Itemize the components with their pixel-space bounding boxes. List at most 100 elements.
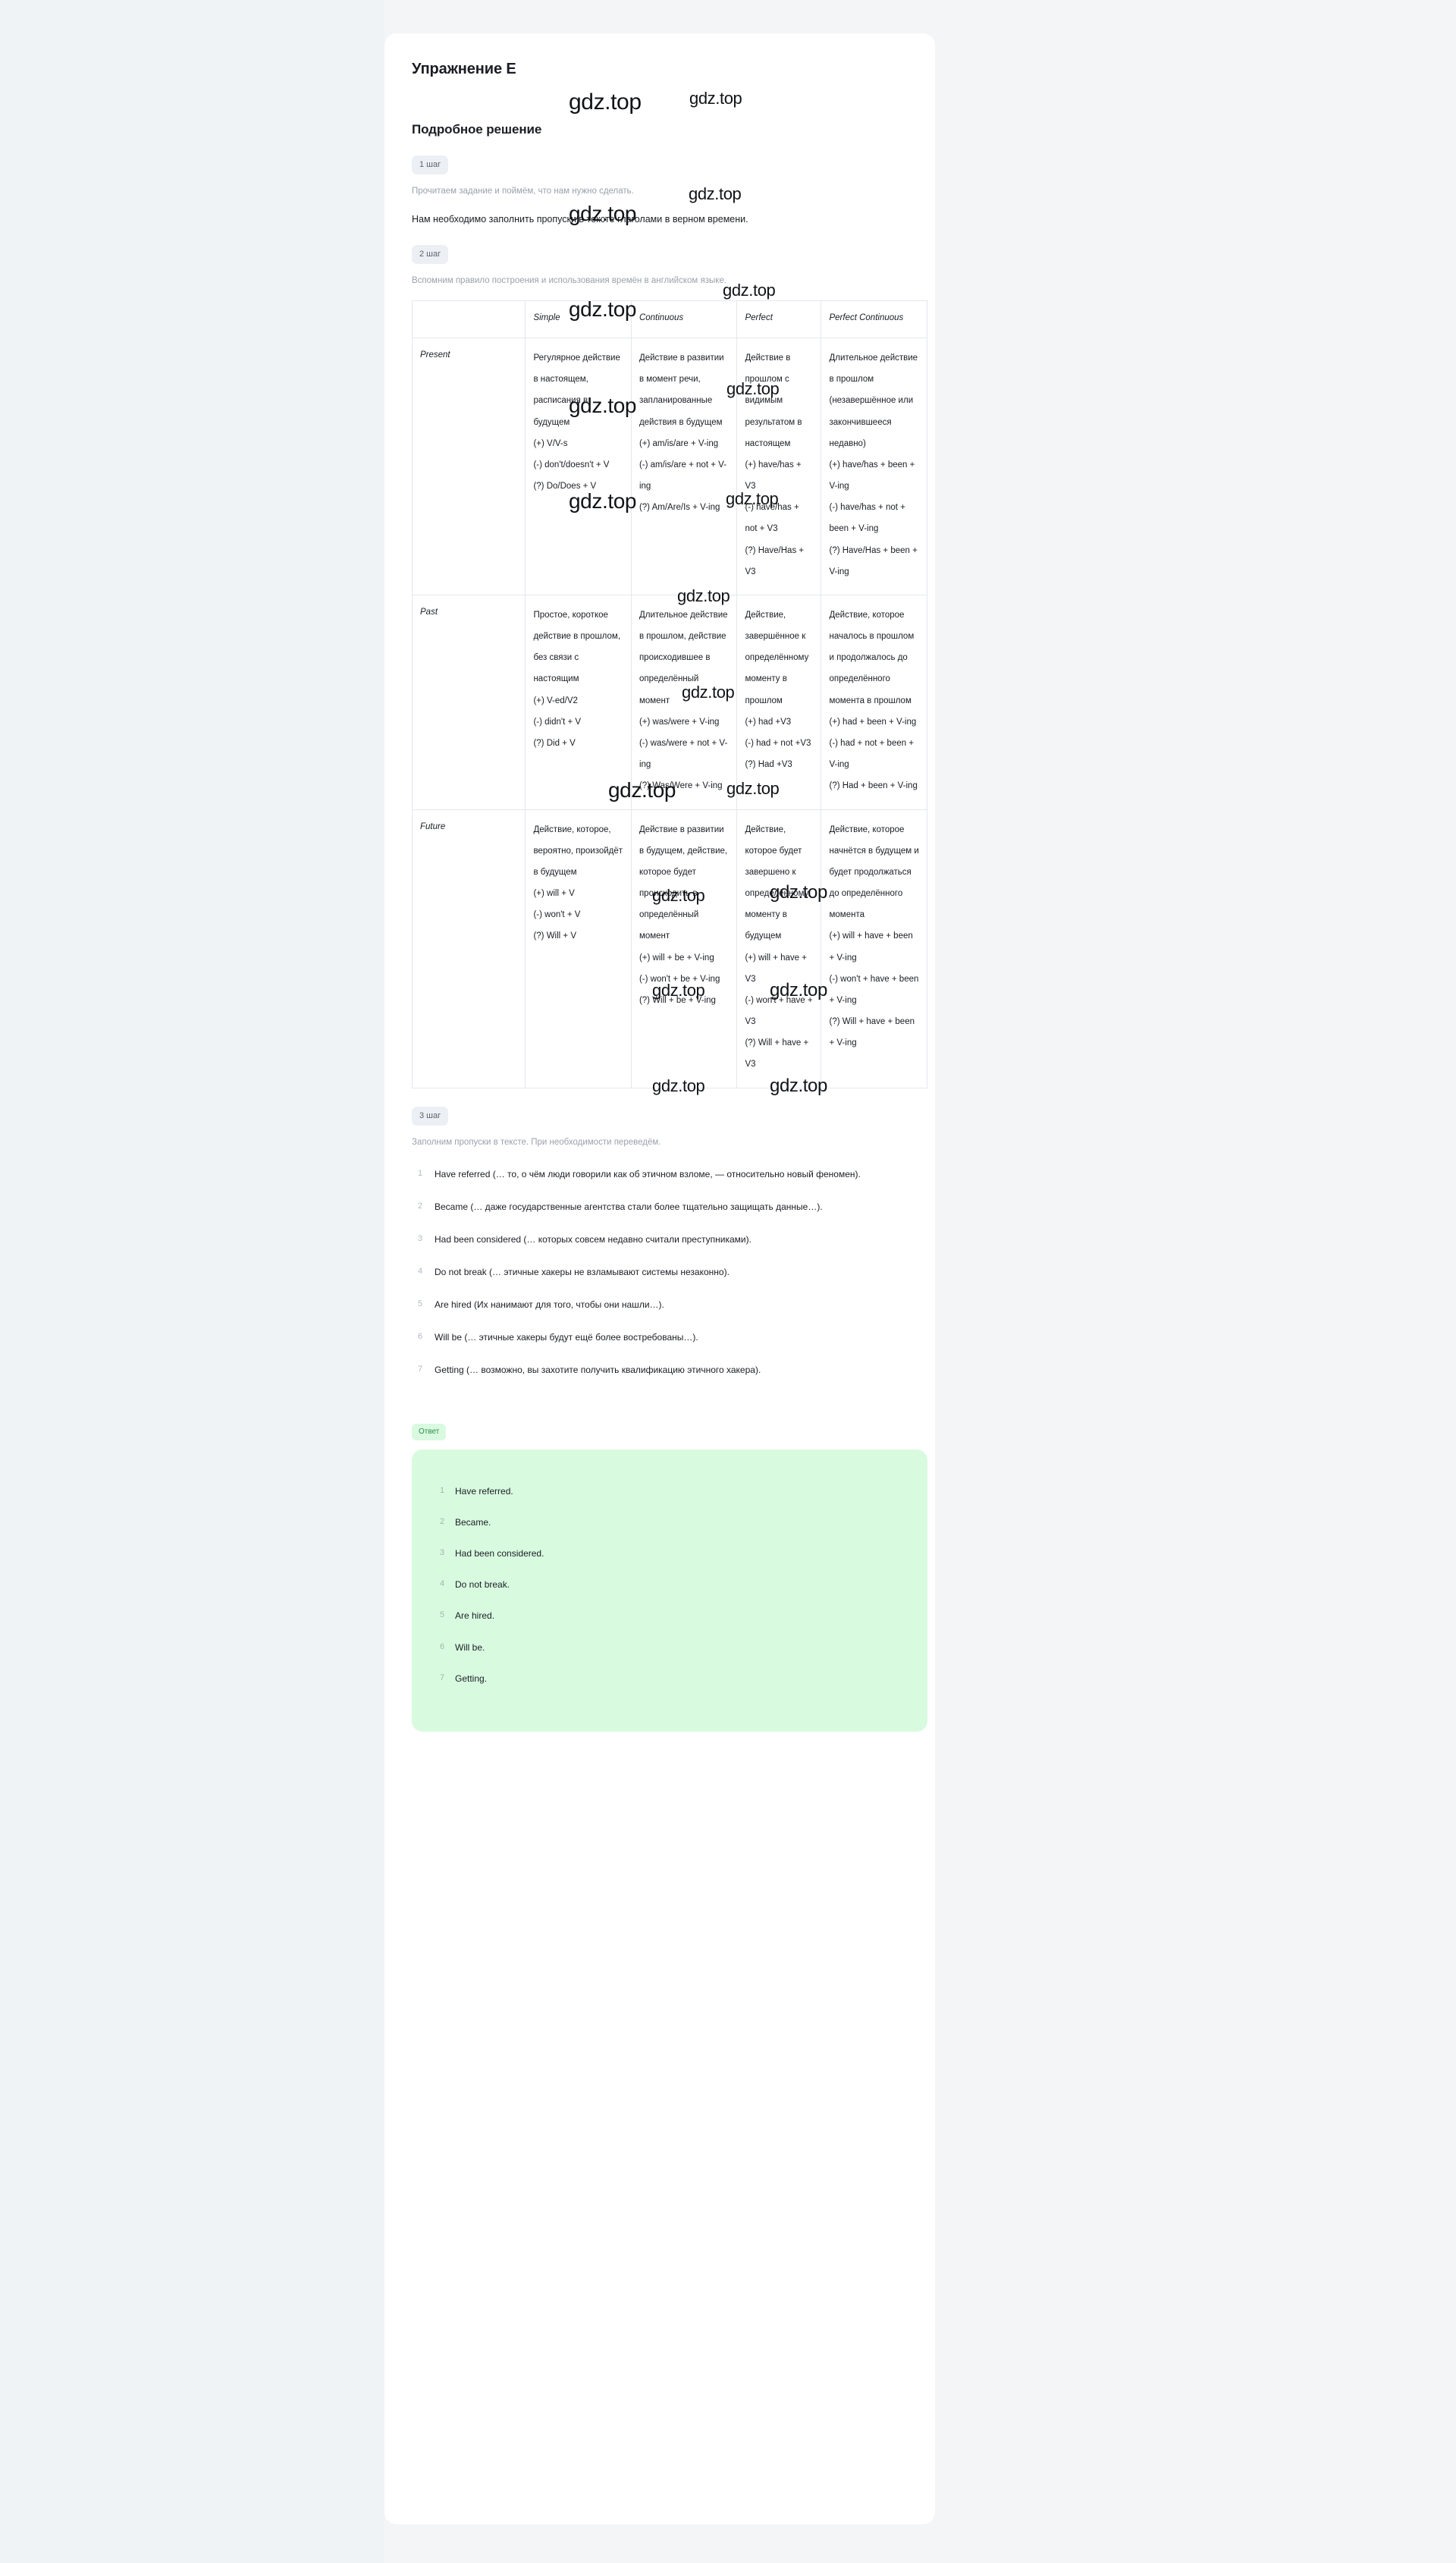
table-cell-line: (-) won't + have + been + V-ing: [829, 974, 919, 1005]
table-cell-line: (-) had + not + been + V-ing: [829, 738, 915, 770]
table-cell-line: (?) Will + V: [533, 931, 576, 941]
table-row-label: Future: [411, 809, 526, 1088]
step-body-1: Нам необходимо заполнить пропуски в текс…: [412, 214, 748, 225]
step-hint-3: Заполним пропуски в тексте. При необходи…: [412, 1137, 661, 1147]
answer-badge: Ответ: [412, 1423, 447, 1440]
table-cell-line: (?) Had +V3: [745, 760, 792, 770]
table-cell: Действие в развитии в будущем, действие,…: [630, 809, 738, 1088]
list-item: Getting (… возможно, вы захотите получит…: [418, 1362, 761, 1377]
table-cell: Длительное действие в прошлом, действие …: [630, 594, 738, 810]
table-cell-line: (?) Do/Does + V: [533, 482, 597, 492]
table-cell-line: Действие в прошлом с видимым результатом…: [745, 353, 802, 448]
list-item: Will be (… этичные хакеры будут ещё боле…: [418, 1330, 698, 1344]
table-cell-line: (?) Had + been + V-ing: [829, 781, 918, 791]
tense-table-body: Present Регулярное действие в настоящем, …: [411, 338, 927, 1088]
page-root: Упражнение E Подробное решение 1 шаг Про…: [0, 0, 1456, 2563]
table-cell-line: (?) Have/Has + V3: [745, 545, 805, 576]
answer-box: Have referred. Became. Had been considered…: [412, 1449, 927, 1732]
solution-card: Упражнение E Подробное решение 1 шаг Про…: [384, 33, 935, 2524]
answer-list-item: Have referred.: [440, 1484, 513, 1498]
table-cell-line: Длительное действие в прошлом (незавершё…: [829, 353, 918, 448]
table-cell-line: (+) V-ed/V2: [533, 696, 578, 705]
table-cell-line: (?) Was/Were + V-ing: [639, 781, 723, 791]
table-col-head-simple: Simple: [525, 300, 632, 339]
answer-list-item: Will be.: [440, 1641, 485, 1654]
answer-list-item: Are hired.: [440, 1609, 495, 1622]
tense-reference-table: Simple Continuous Perfect Perfect Contin…: [411, 300, 927, 1088]
table-cell-line: Действие, которое начнётся в будущем и б…: [829, 824, 919, 920]
list-item: Are hired (Их нанимают для того, чтобы о…: [418, 1297, 664, 1311]
table-cell-line: (-) won't + have + V3: [745, 995, 813, 1027]
solution-heading: Подробное решение: [412, 122, 542, 137]
list-item: Have referred (… то, о чём люди говорили…: [418, 1167, 861, 1181]
table-cell-line: Действие, которое, вероятно, произойдёт …: [533, 824, 623, 877]
table-cell-line: (+) am/is/are + V-ing: [639, 438, 719, 448]
answer-item-list: Have referred. Became. Had been considered…: [412, 1484, 927, 1686]
table-col-head-perfect: Perfect: [736, 300, 822, 339]
step-badge-3: 3 шаг: [412, 1106, 449, 1126]
table-cell-line: (?) Have/Has + been + V-ing: [829, 545, 918, 576]
table-cell-line: (+) was/were + V-ing: [639, 717, 720, 727]
answer-list-item: Do not break.: [440, 1578, 510, 1591]
answer-list-item: Became.: [440, 1515, 491, 1529]
table-cell: Действие, которое, вероятно, произойдёт …: [525, 809, 632, 1088]
table-cell-line: (-) didn't + V: [533, 717, 582, 727]
table-row-label: Past: [411, 594, 526, 810]
page-gutter-right: [934, 0, 1456, 2563]
table-cell: Действие в развитии в момент речи, запла…: [630, 338, 738, 595]
table-cell-line: (?) Will + have + V3: [745, 1038, 809, 1069]
table-cell: Действие, которое будет завершено к опре…: [736, 809, 822, 1088]
table-col-head-perfect-continuous: Perfect Continuous: [821, 300, 927, 339]
table-cell-line: Длительное действие в прошлом, действие …: [639, 610, 728, 705]
table-cell-line: (-) am/is/are + not + V-ing: [639, 460, 726, 492]
table-cell-line: Действие в развитии в момент речи, запла…: [639, 353, 724, 427]
table-cell-line: Простое, короткое действие в прошлом, бе…: [533, 610, 621, 684]
table-cell-line: Регулярное действие в настоящем, расписа…: [533, 353, 620, 427]
table-row: Future Действие, которое, вероятно, произ…: [411, 809, 927, 1088]
table-cell: Действие в прошлом с видимым результатом…: [736, 338, 822, 595]
step-hint-1: Прочитаем задание и поймём, что нам нужн…: [412, 187, 634, 196]
table-cell-line: (+) will + have + V3: [745, 953, 807, 984]
table-cell-line: Действие, которое началось в прошлом и п…: [829, 610, 915, 705]
table-cell-line: (?) Am/Are/Is + V-ing: [639, 503, 720, 513]
table-cell-line: (?) Did + V: [533, 738, 576, 748]
list-item: Had been considered (… которых совсем не…: [418, 1232, 752, 1246]
table-cell: Регулярное действие в настоящем, расписа…: [525, 338, 632, 595]
answer-list-item: Had been considered.: [440, 1547, 544, 1560]
table-cell-line: (+) had +V3: [745, 717, 792, 727]
table-cell-line: Действие, которое будет завершено к опре…: [745, 824, 809, 941]
table-cell-line: (+) will + have + been + V-ing: [829, 931, 913, 963]
task-item-list: Have referred (… то, о чём люди говорили…: [412, 1167, 908, 1378]
table-cell: Действие, которое начнётся в будущем и б…: [821, 809, 927, 1088]
table-cell: Действие, которое началось в прошлом и п…: [821, 594, 927, 810]
table-row-label: Present: [411, 338, 526, 595]
step-hint-2: Вспомним правило построения и использова…: [412, 275, 727, 285]
table-cell-line: (-) won't + be + V-ing: [639, 974, 720, 984]
table-cell-line: (+) will + V: [533, 889, 575, 899]
step-badge-1: 1 шаг: [412, 155, 449, 174]
table-cell-line: (?) Will + be + V-ing: [639, 995, 716, 1005]
table-cell-line: (+) will + be + V-ing: [639, 953, 714, 963]
step-badge-2: 2 шаг: [412, 244, 449, 264]
table-cell-line: (-) had + not +V3: [745, 738, 811, 748]
table-cell-line: (-) have/has + not + V3: [745, 503, 799, 534]
list-item: Became (… даже государственные агентства…: [418, 1199, 823, 1214]
answer-list-item: Getting.: [440, 1672, 488, 1685]
table-cell-line: Действие в развитии в будущем, действие,…: [639, 824, 728, 941]
table-cell: Действие, завершённое к определённому мо…: [736, 594, 822, 810]
table-cell-line: (?) Will + have + been + V-ing: [829, 1017, 915, 1048]
table-cell-line: (+) had + been + V-ing: [829, 717, 917, 727]
table-cell-line: (-) don't/doesn't + V: [533, 460, 610, 470]
table-cell-line: (+) have/has + been + V-ing: [829, 460, 915, 492]
table-cell-line: (-) won't + V: [533, 910, 581, 920]
table-row: Past Простое, короткое действие в прошлом…: [411, 594, 927, 810]
table-cell-line: (+) V/V-s: [533, 438, 568, 448]
table-corner-cell: [411, 300, 526, 339]
table-cell-line: Действие, завершённое к определённому мо…: [745, 610, 809, 705]
table-cell-line: (-) was/were + not + V-ing: [639, 738, 728, 770]
table-cell: Простое, короткое действие в прошлом, бе…: [525, 594, 632, 810]
page-gutter-left: [0, 0, 384, 2563]
list-item: Do not break (… этичные хакеры не взламы…: [418, 1264, 730, 1279]
table-cell-line: (+) have/has + V3: [745, 460, 802, 492]
table-cell: Длительное действие в прошлом (незавершё…: [821, 338, 927, 595]
